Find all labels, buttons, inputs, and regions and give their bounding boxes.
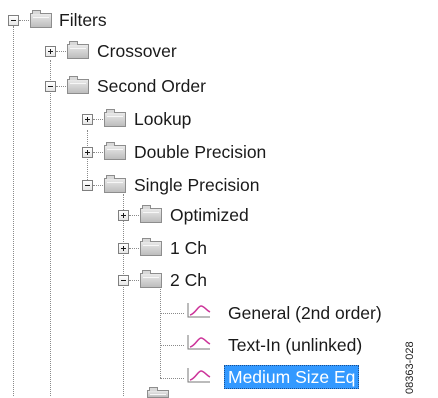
expand-toggle-optimized[interactable] [118,210,129,221]
tree-connector [129,248,139,249]
tree-item-second-order[interactable]: Second Order [94,75,209,97]
tree-connector [129,280,139,281]
collapse-toggle-single-precision[interactable] [82,180,93,191]
tree-connector [129,215,139,216]
tree-guide-line [50,60,51,396]
tree-view: Filters Crossover Second Order Lookup Do… [0,0,438,398]
folder-icon [104,142,126,160]
tree-item-lookup[interactable]: Lookup [131,108,194,130]
expand-toggle-1-ch[interactable] [118,243,129,254]
expand-toggle-lookup[interactable] [82,114,93,125]
folder-icon [104,175,126,193]
tree-connector [93,152,103,153]
collapse-toggle-filters[interactable] [8,15,19,26]
tree-connector [19,20,29,21]
collapse-toggle-second-order[interactable] [45,81,56,92]
folder-icon [140,238,162,256]
tree-item-text-in-unlinked[interactable]: Text-In (unlinked) [225,334,365,356]
folder-icon [30,10,52,28]
tree-connector [160,378,184,379]
filter-response-icon [187,303,211,318]
folder-icon [140,270,162,288]
folder-icon [140,205,162,223]
figure-code: 08363-028 [404,341,416,394]
filter-response-icon [187,335,211,350]
tree-guide-line [13,26,14,396]
folder-icon [104,109,126,127]
tree-item-single-precision[interactable]: Single Precision [131,174,262,196]
tree-item-filters[interactable]: Filters [56,9,110,31]
tree-connector [160,313,184,314]
tree-item-1-ch[interactable]: 1 Ch [167,237,210,259]
tree-connector [93,185,103,186]
tree-item-medium-size-eq[interactable]: Medium Size Eq [224,365,360,389]
expand-toggle-double-precision[interactable] [82,147,93,158]
folder-icon [147,387,169,398]
tree-connector [56,51,66,52]
expand-toggle-crossover[interactable] [45,46,56,57]
folder-icon [67,41,89,59]
tree-connector [160,345,184,346]
folder-icon [67,76,89,94]
tree-guide-line [123,194,124,396]
tree-item-optimized[interactable]: Optimized [167,204,252,226]
tree-connector [93,119,103,120]
tree-item-double-precision[interactable]: Double Precision [131,141,269,163]
collapse-toggle-2-ch[interactable] [118,275,129,286]
tree-connector [56,86,66,87]
filter-response-icon [187,368,211,383]
tree-item-2-ch[interactable]: 2 Ch [167,269,210,291]
tree-item-crossover[interactable]: Crossover [94,40,180,62]
tree-item-general-2nd-order[interactable]: General (2nd order) [225,302,385,324]
tree-guide-line [160,286,161,378]
